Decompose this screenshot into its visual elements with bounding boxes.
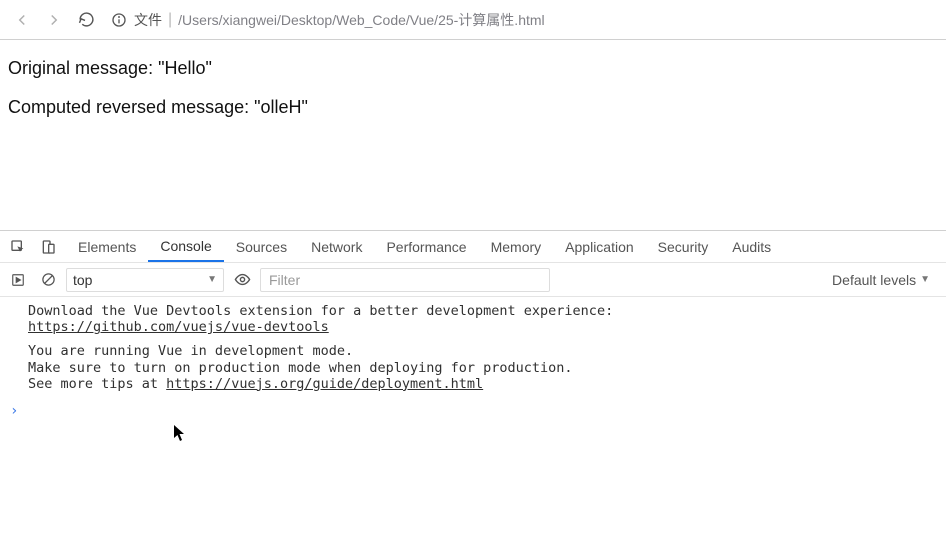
log-message: Download the Vue Devtools extension for … — [28, 303, 938, 335]
tab-elements[interactable]: Elements — [66, 231, 148, 262]
addr-file-label: 文件 — [134, 10, 162, 30]
live-expression-button[interactable] — [230, 268, 254, 292]
toggle-sidebar-button[interactable] — [6, 268, 30, 292]
inspect-element-button[interactable] — [6, 235, 30, 259]
log-link[interactable]: https://github.com/vuejs/vue-devtools — [28, 319, 329, 335]
back-button[interactable] — [8, 6, 36, 34]
info-icon — [110, 11, 128, 29]
reload-icon — [78, 11, 95, 28]
chevron-down-icon: ▼ — [207, 274, 217, 285]
context-selected-label: top — [73, 272, 92, 288]
tab-performance[interactable]: Performance — [374, 231, 478, 262]
log-message: You are running Vue in development mode.… — [28, 343, 938, 392]
play-icon — [11, 273, 25, 287]
reversed-message-line: Computed reversed message: "olleH" — [8, 97, 938, 118]
tab-network[interactable]: Network — [299, 231, 374, 262]
log-link[interactable]: https://vuejs.org/guide/deployment.html — [166, 376, 483, 392]
context-selector[interactable]: top ▼ — [66, 268, 224, 292]
chevron-down-icon: ▼ — [920, 274, 930, 285]
clear-console-button[interactable] — [36, 268, 60, 292]
forward-icon — [45, 11, 63, 29]
browser-toolbar: 文件 | /Users/xiangwei/Desktop/Web_Code/Vu… — [0, 0, 946, 40]
devtools-panel: ElementsConsoleSourcesNetworkPerformance… — [0, 230, 946, 544]
device-icon — [40, 239, 56, 255]
addr-path: /Users/xiangwei/Desktop/Web_Code/Vue/25-… — [178, 10, 544, 30]
tab-application[interactable]: Application — [553, 231, 646, 262]
addr-separator: | — [168, 11, 172, 29]
inspect-icon — [10, 239, 26, 255]
console-prompt-icon: › — [10, 403, 18, 420]
log-levels-label: Default levels — [832, 272, 916, 288]
console-toolbar: top ▼ Default levels ▼ — [0, 263, 946, 297]
back-icon — [13, 11, 31, 29]
console-log-area[interactable]: Download the Vue Devtools extension for … — [0, 297, 946, 544]
log-levels-selector[interactable]: Default levels ▼ — [832, 272, 930, 288]
clear-icon — [41, 272, 56, 287]
devtools-tabbar: ElementsConsoleSourcesNetworkPerformance… — [0, 231, 946, 263]
device-toolbar-button[interactable] — [36, 235, 60, 259]
tab-sources[interactable]: Sources — [224, 231, 299, 262]
original-message-line: Original message: "Hello" — [8, 58, 938, 79]
forward-button[interactable] — [40, 6, 68, 34]
eye-icon — [234, 271, 251, 288]
address-bar[interactable]: 文件 | /Users/xiangwei/Desktop/Web_Code/Vu… — [110, 6, 938, 34]
tab-security[interactable]: Security — [646, 231, 721, 262]
reload-button[interactable] — [72, 6, 100, 34]
filter-input[interactable] — [260, 268, 550, 292]
tab-console[interactable]: Console — [148, 231, 223, 262]
page-content: Original message: "Hello" Computed rever… — [0, 40, 946, 146]
tab-memory[interactable]: Memory — [479, 231, 554, 262]
tab-audits[interactable]: Audits — [720, 231, 783, 262]
